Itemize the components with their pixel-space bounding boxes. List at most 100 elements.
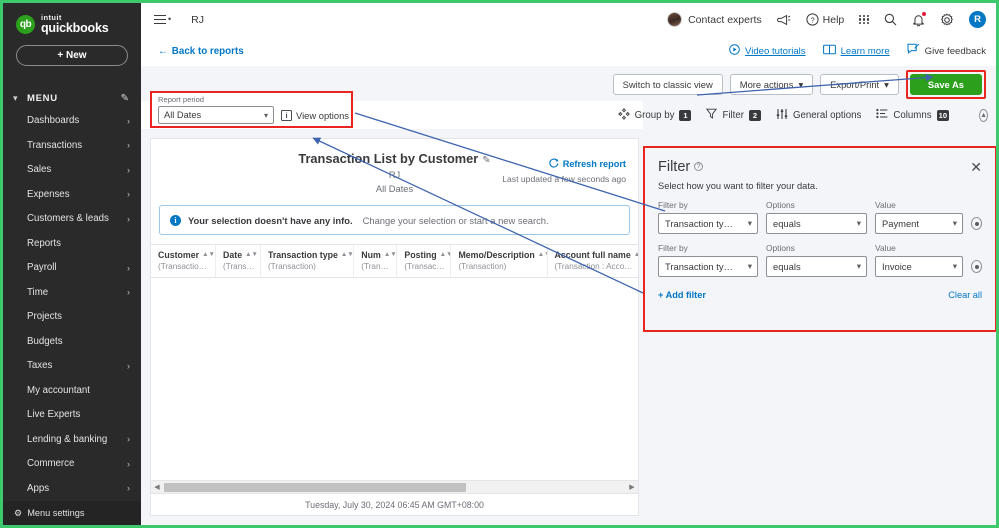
notifications-icon[interactable]: [912, 11, 926, 27]
columns-button[interactable]: Columns 10: [876, 108, 950, 122]
general-options-button[interactable]: General options: [776, 108, 861, 123]
filter-row: Filter by Transaction ty… ▾ Options equals ▾ V…: [658, 243, 982, 277]
columns-label: Columns: [893, 109, 932, 121]
svg-text:?: ?: [810, 15, 814, 24]
settings-gear-icon[interactable]: [940, 13, 954, 27]
sidebar-item-live-experts[interactable]: Live Experts: [3, 402, 141, 427]
column-header-num[interactable]: Num ▲▼ (Trans…: [354, 245, 398, 277]
sidebar-item-payroll[interactable]: Payroll ›: [3, 255, 141, 280]
chevron-down-icon: ▾: [856, 218, 861, 228]
switch-classic-label: Switch to classic view: [622, 79, 713, 90]
add-filter-link[interactable]: + Add filter: [658, 290, 706, 300]
help-button[interactable]: ? Help: [806, 13, 844, 26]
sidebar-item-reports[interactable]: Reports: [3, 231, 141, 256]
sidebar-item-my-accountant[interactable]: My accountant: [3, 378, 141, 403]
column-header-memo-description[interactable]: Memo/Description▲▼ (Transaction): [451, 245, 548, 277]
sidebar-item-commerce[interactable]: Commerce ›: [3, 451, 141, 476]
scrollbar-thumb[interactable]: [164, 482, 466, 492]
column-header-sub: (Transaction): [267, 262, 316, 271]
hamburger-menu-icon[interactable]: •: [154, 14, 171, 25]
sidebar-item-dashboards[interactable]: Dashboards ›: [3, 108, 141, 133]
more-actions-button[interactable]: More actions ▾: [729, 74, 814, 95]
remove-filter-icon[interactable]: [971, 260, 982, 273]
column-header-sub: (Transaction): [458, 262, 507, 271]
sidebar-item-taxes[interactable]: Taxes ›: [3, 353, 141, 378]
value-label: Value: [875, 243, 896, 253]
clear-all-link[interactable]: Clear all: [948, 290, 982, 300]
contact-experts-button[interactable]: Contact experts: [667, 12, 762, 27]
give-feedback-link[interactable]: Give feedback: [907, 42, 986, 60]
sidebar-item-expenses[interactable]: Expenses ›: [3, 182, 141, 207]
chevron-right-icon: ›: [127, 164, 130, 175]
video-tutorials-link[interactable]: Video tutorials: [729, 42, 806, 60]
options-label: Options: [766, 243, 795, 253]
filter-row: Filter by Transaction ty… ▾ Options equals ▾ V…: [658, 200, 982, 234]
sidebar-item-customers-leads[interactable]: Customers & leads ›: [3, 206, 141, 231]
sort-icon[interactable]: ▲▼: [384, 251, 397, 259]
megaphone-icon[interactable]: [776, 14, 791, 26]
search-icon[interactable]: [884, 13, 897, 26]
group-by-button[interactable]: Group by 1: [617, 107, 692, 123]
expert-avatar-icon: [667, 12, 683, 27]
horizontal-scrollbar[interactable]: ◀ ▶: [151, 480, 638, 493]
column-header-date[interactable]: Date ▲▼ (Trans…: [216, 245, 261, 277]
pencil-icon[interactable]: ✎: [121, 93, 129, 104]
report-period-select[interactable]: All Dates ▾: [158, 106, 274, 124]
new-button[interactable]: + New: [16, 45, 128, 67]
sort-icon[interactable]: ▲▼: [634, 251, 638, 259]
sort-icon[interactable]: ▲▼: [440, 251, 451, 259]
sidebar-item-apps[interactable]: Apps ›: [3, 476, 141, 501]
funnel-icon: [706, 108, 718, 122]
sidebar-item-transactions[interactable]: Transactions ›: [3, 133, 141, 158]
sidebar-item-lending-banking[interactable]: Lending & banking ›: [3, 427, 141, 452]
filter-by-select[interactable]: Transaction ty… ▾: [658, 256, 758, 277]
sort-icon[interactable]: ▲▼: [341, 251, 353, 259]
help-circle-icon[interactable]: ?: [694, 162, 704, 171]
sidebar-item-sales[interactable]: Sales ›: [3, 157, 141, 182]
value-select[interactable]: Invoice ▾: [875, 256, 963, 277]
last-updated-text: Last updated a few seconds ago: [502, 174, 626, 184]
scrollbar-track[interactable]: [163, 482, 626, 493]
column-header-customer[interactable]: Customer ▲▼ (Transactio…: [151, 245, 217, 277]
switch-to-classic-view-button[interactable]: Switch to classic view: [612, 74, 723, 95]
column-header-account-full-name[interactable]: Account full name▲▼(Transaction : Accoun…: [548, 245, 638, 277]
learn-more-link[interactable]: Learn more: [822, 42, 890, 60]
column-header-transaction-type[interactable]: Transaction type ▲▼ (Transaction): [261, 245, 355, 277]
scroll-left-arrow-icon[interactable]: ◀: [151, 483, 163, 491]
sort-icon[interactable]: ▲▼: [202, 251, 215, 259]
sidebar-item-projects[interactable]: Projects: [3, 304, 141, 329]
save-as-button[interactable]: Save As: [909, 74, 982, 95]
sidebar-item-label: Time: [27, 286, 49, 298]
back-to-reports-link[interactable]: ← Back to reports: [158, 46, 244, 57]
filter-rows: Filter by Transaction ty… ▾ Options equals ▾ V…: [658, 200, 982, 277]
collapse-toolbar-icon[interactable]: ▲: [979, 108, 988, 122]
remove-filter-icon[interactable]: [971, 217, 982, 230]
export-print-button[interactable]: Export/Print ▾: [820, 74, 899, 95]
value-select[interactable]: Payment ▾: [875, 213, 963, 234]
chevron-right-icon: ›: [127, 434, 130, 445]
close-icon[interactable]: ✕: [970, 159, 982, 174]
options-select[interactable]: equals ▾: [766, 213, 867, 234]
scroll-right-arrow-icon[interactable]: ▶: [626, 483, 638, 491]
options-value: equals: [773, 218, 801, 229]
back-to-reports-label: Back to reports: [171, 45, 244, 57]
menu-settings-button[interactable]: ⚙ Menu settings: [3, 501, 141, 525]
sidebar-item-budgets[interactable]: Budgets: [3, 329, 141, 354]
sort-icon[interactable]: ▲▼: [245, 251, 258, 259]
options-select[interactable]: equals ▾: [766, 256, 867, 277]
group-by-label: Group by: [634, 109, 675, 121]
edit-title-pencil-icon[interactable]: ✎: [482, 155, 490, 166]
user-avatar[interactable]: R: [969, 11, 986, 28]
view-options-button[interactable]: i View options: [281, 109, 349, 121]
menu-header[interactable]: ▾ MENU ✎: [3, 88, 141, 108]
filter-button[interactable]: Filter 2: [706, 108, 761, 122]
refresh-report-button[interactable]: Refresh report: [502, 158, 626, 170]
column-header-posting[interactable]: Posting ▲▼ (Transact…: [397, 245, 452, 277]
options-value: equals: [773, 261, 801, 272]
filter-by-select[interactable]: Transaction ty… ▾: [658, 213, 758, 234]
info-square-icon: i: [281, 109, 292, 121]
apps-grid-icon[interactable]: [859, 14, 869, 25]
column-header-label: Posting: [404, 250, 437, 260]
sort-icon[interactable]: ▲▼: [538, 251, 547, 259]
sidebar-item-time[interactable]: Time ›: [3, 280, 141, 305]
